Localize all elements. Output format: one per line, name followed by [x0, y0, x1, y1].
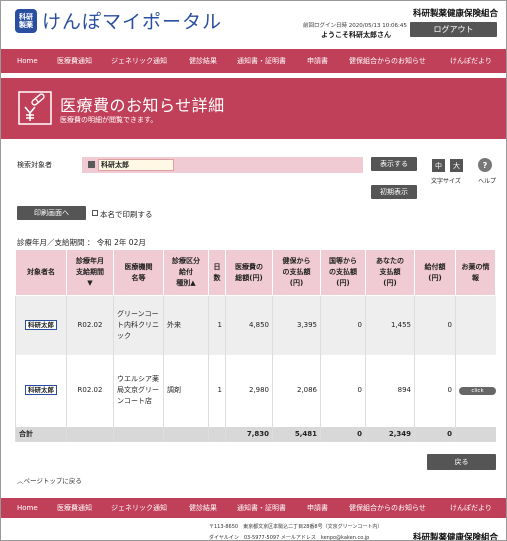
row-days: 1 [208, 354, 226, 427]
col-header-benefit: 給付額 (円) [414, 249, 456, 296]
col-header-medicine: お薬の情報 [455, 249, 496, 296]
nav-news[interactable]: 健保組合からのお知らせ [349, 56, 426, 66]
row-self: 894 [365, 354, 415, 427]
total-public: 0 [320, 426, 366, 442]
footer-nav-newsletter[interactable]: けんぽだより [450, 503, 492, 513]
medicine-yen-icon [18, 91, 52, 125]
nav-generic-notice[interactable]: ジェネリック通知 [111, 56, 167, 66]
row-total: 4,850 [225, 295, 273, 355]
last-login-time: 前回ログイン日時 2020/05/13 10:06:45 [303, 23, 407, 29]
back-button[interactable]: 戻る [427, 454, 496, 470]
footer-nav-applications[interactable]: 申請書 [307, 503, 328, 513]
footer-nav-medical-notice[interactable]: 医療費通知 [57, 503, 92, 513]
period-label: 診療年月／支給期間 ： 令和 2年 02月 [17, 238, 146, 247]
row-category: 外来 [163, 295, 209, 355]
row-benefit: 0 [414, 295, 456, 355]
nav-certificates[interactable]: 通知書・証明書 [237, 56, 286, 66]
nav-medical-notice[interactable]: 医療費通知 [57, 56, 92, 66]
patient-name: 科研太郎 [25, 319, 57, 330]
total-amount: 7,830 [225, 426, 273, 442]
global-nav: Home 医療費通知 ジェネリック通知 健診結果 通知書・証明書 申請書 健保組… [1, 49, 506, 73]
reset-button[interactable]: 初期表示 [371, 185, 417, 199]
patient-name: 科研太郎 [25, 385, 57, 395]
row-category: 調剤 [163, 354, 209, 427]
font-size-large-button[interactable]: 大 [450, 159, 463, 172]
footer-nav-news[interactable]: 健保組合からのお知らせ [349, 503, 426, 513]
logout-button[interactable]: ログアウト [410, 22, 497, 37]
portal-name: けんぽマイポータル [42, 11, 223, 33]
portal-logo[interactable]: 科研 製薬 けんぽマイポータル [15, 7, 222, 34]
col-header-category[interactable]: 診療区分 給付 種別▲ [163, 249, 209, 296]
row-institution: ウエルシア薬局文京グリーンコート店 [113, 354, 164, 427]
table-row: 科研太郎 R02.02 ウエルシア薬局文京グリーンコート店 調剤 1 2,980… [15, 354, 496, 427]
footer-org-name: 科研製薬健康保険組合 [412, 533, 498, 541]
real-name-print-checkbox[interactable] [92, 210, 98, 216]
col-header-days: 日数 [208, 249, 226, 296]
kaken-logo-mark: 科研 製薬 [15, 8, 37, 33]
header: 科研 製薬 けんぽマイポータル 科研製薬健康保険組合 前回ログイン日時 2020/… [1, 1, 506, 46]
col-header-total: 医療費の 総額(円) [225, 249, 273, 296]
nav-checkup-results[interactable]: 健診結果 [189, 56, 217, 66]
search-target-label: 検索対象者 [17, 161, 52, 169]
page-top-link[interactable]: ︿ページトップに戻る [17, 475, 82, 485]
row-period: R02.02 [66, 295, 114, 355]
footer-nav-certificates[interactable]: 通知書・証明書 [237, 503, 286, 513]
footer-nav-checkup-results[interactable]: 健診結果 [189, 503, 217, 513]
page-subtitle: 医療費の明細が閲覧できます。 [60, 116, 158, 124]
row-public: 0 [320, 354, 366, 427]
footer-nav-home[interactable]: Home [17, 504, 38, 512]
print-screen-button[interactable]: 印刷画面へ [17, 206, 86, 220]
nav-newsletter[interactable]: けんぽだより [450, 56, 492, 66]
row-public: 0 [320, 295, 366, 355]
col-header-kenpo: 健保から の支払額 (円) [272, 249, 321, 296]
medicine-info-button[interactable]: click [459, 387, 496, 395]
search-target-field[interactable]: 科研太郎 [98, 159, 174, 171]
row-kenpo: 2,086 [272, 354, 321, 427]
row-total: 2,980 [225, 354, 273, 427]
total-benefit: 0 [414, 426, 456, 442]
col-header-name: 対象者名 [15, 249, 67, 296]
page-top-label: ページトップに戻る [23, 477, 82, 485]
help-label[interactable]: ヘルプ [478, 176, 496, 185]
col-header-public: 国等から の支払額 (円) [320, 249, 366, 296]
real-name-print-label: 本名で印刷する [100, 210, 153, 219]
row-benefit: 0 [414, 354, 456, 427]
total-self: 2,349 [365, 426, 415, 442]
nav-applications[interactable]: 申請書 [307, 56, 328, 66]
font-size-label: 文字サイズ [431, 178, 461, 185]
page-title: 医療費のお知らせ詳細 [60, 96, 225, 115]
total-kenpo: 5,481 [272, 426, 321, 442]
font-size-medium-button[interactable]: 中 [432, 159, 445, 172]
table-row: 科研太郎 R02.02 グリーンコート内科クリニック 外来 1 4,850 3,… [15, 295, 496, 355]
total-row: 合計 7,830 5,481 0 2,349 0 [15, 426, 496, 442]
org-name: 科研製薬健康保険組合 [412, 9, 498, 19]
row-period: R02.02 [66, 354, 114, 427]
col-header-institution: 医療機関 名等 [113, 249, 164, 296]
page-banner: 医療費のお知らせ詳細 医療費の明細が閲覧できます。 [1, 78, 506, 139]
row-self: 1,455 [365, 295, 415, 355]
help-icon[interactable]: ? [478, 158, 492, 172]
nav-home[interactable]: Home [17, 57, 38, 65]
page-frame: 科研 製薬 けんぽマイポータル 科研製薬健康保険組合 前回ログイン日時 2020/… [0, 0, 507, 541]
footer-address: 〒113-8650 東京都文京区本駒込二丁目28番8号（文京グリーンコート内） [209, 524, 383, 530]
medical-expense-table: 対象者名 診療年月 支給期間 ▼ 医療機関 名等 診療区分 給付 種別▲ 日数 医療費の総… [15, 249, 496, 442]
col-header-period[interactable]: 診療年月 支給期間 ▼ [66, 249, 114, 296]
welcome-message: ようこそ科研太郎さん [321, 31, 391, 39]
person-checkbox-icon[interactable] [88, 161, 95, 168]
search-target-box: 科研太郎 [82, 157, 363, 173]
footer-nav: Home 医療費通知 ジェネリック通知 健診結果 通知書・証明書 申請書 健保組… [1, 498, 506, 518]
row-kenpo: 3,395 [272, 295, 321, 355]
display-button[interactable]: 表示する [371, 157, 417, 171]
col-header-self: あなたの 支払額 (円) [365, 249, 415, 296]
row-institution: グリーンコート内科クリニック [113, 295, 164, 355]
total-label: 合計 [15, 426, 67, 442]
footer-nav-generic-notice[interactable]: ジェネリック通知 [111, 503, 167, 513]
footer-contact: ダイヤルイン 03-5977-5097 メールアドレス kenpo@kaken.… [209, 535, 370, 541]
row-medicine [455, 295, 496, 355]
row-days: 1 [208, 295, 226, 355]
